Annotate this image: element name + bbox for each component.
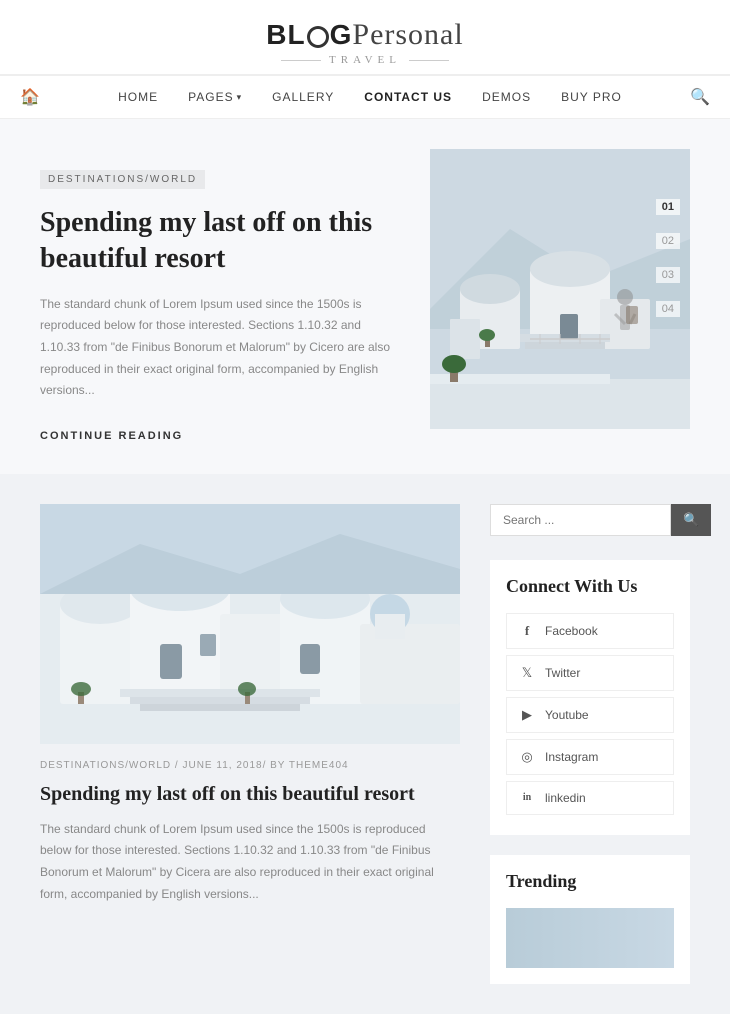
logo-subtitle: TRAVEL	[266, 54, 463, 66]
nav-home[interactable]: HOME	[118, 90, 158, 104]
social-links: f Facebook 𝕏 Twitter ▶ Youtube ◎ Instagr…	[506, 613, 674, 819]
featured-content: DESTINATIONS/WORLD Spending my last off …	[40, 149, 400, 444]
nav-gallery[interactable]: GALLERY	[272, 90, 334, 104]
logo[interactable]: BL GPersonal TRAVEL	[266, 18, 463, 66]
sidebar: 🔍 Connect With Us f Facebook 𝕏 Twitter ▶…	[490, 504, 690, 984]
nav-demos[interactable]: DEMOS	[482, 90, 531, 104]
facebook-link[interactable]: f Facebook	[506, 613, 674, 649]
featured-excerpt: The standard chunk of Lorem Ipsum used s…	[40, 294, 400, 402]
home-icon[interactable]: 🏠	[20, 87, 40, 107]
main-nav: 🏠 HOME PAGES ▾ GALLERY CONTACT US DEMOS …	[0, 75, 730, 119]
instagram-link[interactable]: ◎ Instagram	[506, 739, 674, 775]
search-box: 🔍	[490, 504, 690, 536]
facebook-label: Facebook	[545, 624, 598, 638]
featured-image	[430, 149, 690, 429]
nav-contact[interactable]: CONTACT US	[364, 90, 452, 104]
continue-reading-link[interactable]: CONTINUE READING	[40, 430, 183, 442]
nav-search-icon[interactable]: 🔍	[690, 87, 710, 107]
twitter-label: Twitter	[545, 666, 580, 680]
logo-blog-bl: BL	[266, 19, 305, 50]
linkedin-label: linkedin	[545, 791, 586, 805]
youtube-icon: ▶	[519, 707, 535, 723]
post-meta: DESTINATIONS/WORLD / JUNE 11, 2018/ BY T…	[40, 760, 460, 771]
youtube-label: Youtube	[545, 708, 589, 722]
featured-category: DESTINATIONS/WORLD	[40, 170, 205, 189]
youtube-link[interactable]: ▶ Youtube	[506, 697, 674, 733]
connect-title: Connect With Us	[506, 576, 674, 597]
logo-text: BL GPersonal	[266, 18, 463, 52]
slide-numbers: 01 02 03 04	[656, 199, 680, 317]
logo-personal: Personal	[352, 18, 463, 51]
featured-image-placeholder	[430, 149, 690, 429]
nav-buy-pro[interactable]: BUY PRO	[561, 90, 622, 104]
logo-o	[307, 26, 329, 48]
trending-title: Trending	[506, 871, 674, 892]
featured-section: DESTINATIONS/WORLD Spending my last off …	[0, 119, 730, 474]
chevron-down-icon: ▾	[237, 92, 243, 103]
post-image-inner	[40, 504, 460, 744]
nav-pages[interactable]: PAGES ▾	[188, 90, 242, 104]
featured-title: Spending my last off on this beautiful r…	[40, 205, 400, 278]
search-input[interactable]	[490, 504, 671, 536]
slide-num-2[interactable]: 02	[656, 233, 680, 249]
twitter-icon: 𝕏	[519, 665, 535, 681]
featured-image-area: 01 02 03 04	[430, 149, 690, 429]
slide-num-1[interactable]: 01	[656, 199, 680, 215]
twitter-link[interactable]: 𝕏 Twitter	[506, 655, 674, 691]
post-title[interactable]: Spending my last off on this beautiful r…	[40, 781, 460, 807]
site-header: BL GPersonal TRAVEL	[0, 0, 730, 75]
logo-blog-g: G	[330, 19, 353, 50]
slide-num-4[interactable]: 04	[656, 301, 680, 317]
post-article: DESTINATIONS/WORLD / JUNE 11, 2018/ BY T…	[40, 504, 460, 984]
linkedin-link[interactable]: in linkedin	[506, 781, 674, 815]
search-button[interactable]: 🔍	[671, 504, 711, 536]
trending-item-1[interactable]	[506, 908, 674, 968]
instagram-label: Instagram	[545, 750, 598, 764]
facebook-icon: f	[519, 623, 535, 639]
post-excerpt: The standard chunk of Lorem Ipsum used s…	[40, 819, 460, 905]
connect-section: Connect With Us f Facebook 𝕏 Twitter ▶ Y…	[490, 560, 690, 835]
lower-section: DESTINATIONS/WORLD / JUNE 11, 2018/ BY T…	[0, 474, 730, 1014]
trending-section: Trending	[490, 855, 690, 984]
post-image	[40, 504, 460, 744]
linkedin-icon: in	[519, 792, 535, 803]
slide-num-3[interactable]: 03	[656, 267, 680, 283]
instagram-icon: ◎	[519, 749, 535, 765]
nav-links: HOME PAGES ▾ GALLERY CONTACT US DEMOS BU…	[50, 90, 690, 104]
